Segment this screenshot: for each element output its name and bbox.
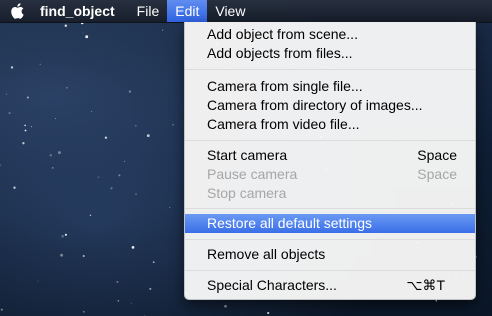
star [8,112,11,115]
star [130,302,132,304]
star [82,254,85,258]
star [135,193,137,195]
star [124,160,126,162]
star [60,253,63,257]
star [24,124,26,127]
star [22,142,25,145]
star [82,32,84,34]
star [91,110,93,112]
menu-item-add-object-from-scene[interactable]: Add object from scene... [185,25,475,44]
star [116,280,119,283]
edit-menu-dropdown: Add object from scene... Add objects fro… [184,22,476,300]
star [64,24,68,27]
menu-separator [185,69,475,70]
star [0,164,1,167]
menu-separator [185,208,475,209]
menu-edit[interactable]: Edit [167,0,208,22]
menu-item-label: Camera from directory of images... [207,97,423,113]
star [61,234,64,238]
menu-item-camera-from-single-file[interactable]: Camera from single file... [185,77,475,96]
menu-item-pause-camera: Pause camera Space [185,165,475,184]
star [267,311,270,315]
star [30,125,33,128]
star [131,246,135,249]
star [135,124,137,127]
menu-view[interactable]: View [207,0,253,22]
menu-app-name[interactable]: find_object [34,0,129,22]
menu-item-label: Stop camera [207,185,287,201]
menu-item-special-characters[interactable]: Special Characters... ⌥⌘T [185,276,475,295]
star [39,63,41,65]
menu-item-label: Camera from video file... [207,116,360,132]
star [10,66,14,69]
star [146,134,150,138]
star [169,206,171,208]
menu-item-label: Pause camera [207,166,298,182]
menu-item-label: Special Characters... [207,277,337,293]
menu-item-restore-defaults[interactable]: Restore all default settings [185,214,475,233]
star [118,174,121,177]
star [64,233,67,236]
star [152,261,155,264]
star [149,287,152,290]
star [24,129,27,132]
apple-icon[interactable] [0,0,34,22]
menu-item-camera-from-directory[interactable]: Camera from directory of images... [185,96,475,115]
star [82,310,85,313]
star [128,90,132,93]
star [13,186,16,189]
star [51,167,54,169]
menu-item-camera-from-video[interactable]: Camera from video file... [185,115,475,134]
menu-item-label: Start camera [207,147,288,163]
menu-bar: find_object File Edit View [0,0,492,23]
menu-separator [185,270,475,271]
menu-item-shortcut: ⌥⌘T [406,277,445,293]
star [89,214,92,216]
star [104,136,108,139]
menu-item-add-objects-from-files[interactable]: Add objects from files... [185,44,475,63]
star [0,308,3,311]
star [85,35,89,39]
star [172,124,174,126]
star [54,117,56,120]
star [26,96,29,99]
menu-item-label: Remove all objects [207,246,326,262]
star [37,280,39,282]
star [110,187,113,190]
menu-item-remove-all-objects[interactable]: Remove all objects [185,245,475,264]
star [49,154,53,157]
menu-file[interactable]: File [129,0,168,22]
menu-item-start-camera[interactable]: Start camera Space [185,146,475,165]
menu-separator [185,140,475,141]
menu-item-label: Restore all default settings [207,215,372,231]
menu-item-label: Camera from single file... [207,78,363,94]
menu-item-label: Add object from scene... [207,26,358,42]
star [224,304,227,308]
menu-separator [185,239,475,240]
menu-item-stop-camera: Stop camera [185,184,475,203]
menu-item-shortcut: Space [417,166,457,182]
star [66,86,68,89]
star [97,176,100,178]
star [117,300,119,302]
star [57,151,61,155]
star [435,299,438,302]
menu-item-shortcut: Space [417,147,457,163]
menu-item-label: Add objects from files... [207,45,353,61]
star [162,29,164,31]
star [6,93,8,95]
